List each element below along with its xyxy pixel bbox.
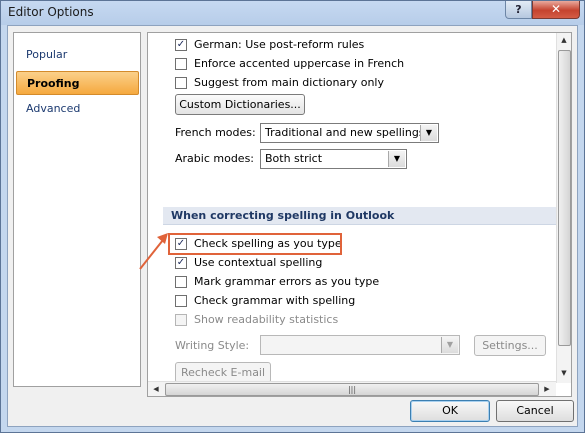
ok-button[interactable]: OK <box>410 400 490 422</box>
arabic-modes-label: Arabic modes: <box>175 152 255 165</box>
chevron-down-icon: ▼ <box>388 151 405 167</box>
scroll-right-icon[interactable]: ▶ <box>540 382 554 396</box>
window-title: Editor Options <box>8 5 94 19</box>
options-panel: ✓ German: Use post-reform rules Enforce … <box>147 32 572 397</box>
chevron-down-icon: ▼ <box>420 125 437 141</box>
section-header-outlook: When correcting spelling in Outlook <box>163 207 561 225</box>
german-post-reform-checkbox[interactable]: ✓ <box>175 39 187 51</box>
nav-item-popular[interactable]: Popular <box>16 43 139 67</box>
chevron-down-icon: ▼ <box>441 337 458 353</box>
nav-item-proofing[interactable]: Proofing <box>16 71 139 95</box>
contextual-spelling-label: Use contextual spelling <box>194 256 323 269</box>
suggest-main-dict-label: Suggest from main dictionary only <box>194 76 384 89</box>
readability-statistics-checkbox[interactable] <box>175 314 187 326</box>
settings-button[interactable]: Settings... <box>474 335 546 356</box>
vertical-scrollbar[interactable]: ▲ ▼ <box>556 33 571 383</box>
editor-options-dialog: Editor Options ? ✕ Popular Proofing Adva… <box>0 0 585 433</box>
title-bar[interactable]: Editor Options ? ✕ <box>1 1 584 25</box>
scroll-down-icon[interactable]: ▼ <box>557 366 571 381</box>
horizontal-scrollbar[interactable]: ◀ ||| ▶ <box>148 381 556 396</box>
arabic-modes-value: Both strict <box>265 152 323 165</box>
french-modes-value: Traditional and new spellings <box>265 126 425 139</box>
cancel-button[interactable]: Cancel <box>496 400 574 422</box>
enforce-accented-checkbox[interactable] <box>175 58 187 70</box>
french-modes-label: French modes: <box>175 126 256 139</box>
enforce-accented-label: Enforce accented uppercase in French <box>194 57 405 70</box>
writing-style-select[interactable]: ▼ <box>260 335 460 355</box>
german-post-reform-label: German: Use post-reform rules <box>194 38 365 51</box>
close-button[interactable]: ✕ <box>532 1 580 19</box>
nav-item-advanced[interactable]: Advanced <box>16 97 139 121</box>
vertical-scroll-thumb[interactable] <box>558 50 571 346</box>
writing-style-label: Writing Style: <box>175 339 250 352</box>
horizontal-scroll-thumb[interactable]: ||| <box>165 383 539 396</box>
custom-dictionaries-button[interactable]: Custom Dictionaries... <box>175 94 305 115</box>
arabic-modes-select[interactable]: Both strict ▼ <box>260 149 407 169</box>
scroll-up-icon[interactable]: ▲ <box>557 33 571 48</box>
scroll-left-icon[interactable]: ◀ <box>149 382 163 396</box>
contextual-spelling-checkbox[interactable]: ✓ <box>175 257 187 269</box>
readability-statistics-label: Show readability statistics <box>194 313 339 326</box>
check-grammar-checkbox[interactable] <box>175 295 187 307</box>
check-grammar-label: Check grammar with spelling <box>194 294 356 307</box>
mark-grammar-errors-checkbox[interactable] <box>175 276 187 288</box>
mark-grammar-errors-label: Mark grammar errors as you type <box>194 275 380 288</box>
category-nav: Popular Proofing Advanced <box>13 32 141 387</box>
help-button[interactable]: ? <box>505 1 532 19</box>
recheck-email-button[interactable]: Recheck E-mail <box>175 362 271 383</box>
suggest-main-dict-checkbox[interactable] <box>175 77 187 89</box>
annotation-highlight-box <box>168 233 342 255</box>
dialog-client-area: Popular Proofing Advanced ✓ German: Use … <box>7 25 578 427</box>
french-modes-select[interactable]: Traditional and new spellings ▼ <box>260 123 439 143</box>
